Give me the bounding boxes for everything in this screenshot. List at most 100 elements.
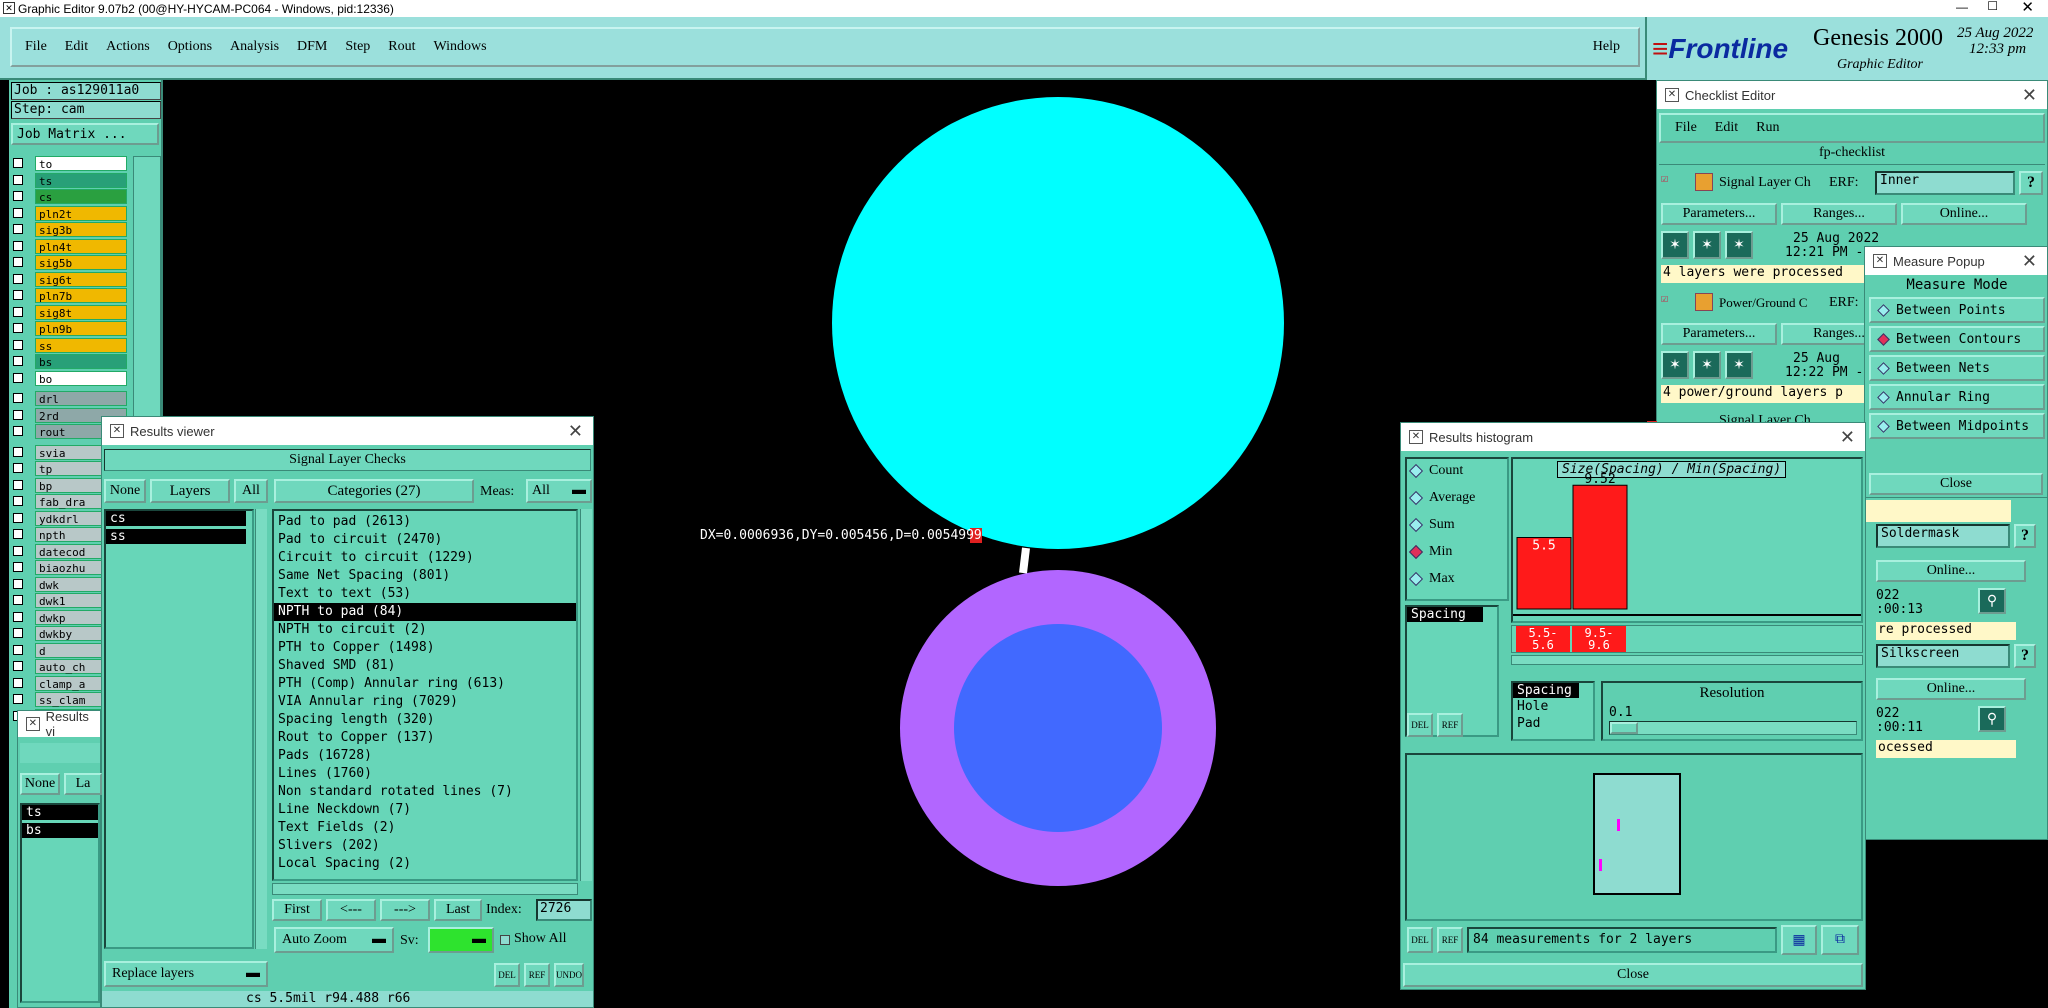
layer-label[interactable]: bs (35, 354, 127, 369)
layer-checkbox[interactable] (13, 158, 23, 168)
layer-row[interactable]: pln7b (9, 288, 129, 303)
layer-label[interactable]: pln2t (35, 205, 127, 221)
menu-rout[interactable]: Rout (388, 39, 415, 55)
layer-checkbox[interactable] (13, 529, 23, 539)
measure-option[interactable]: Between Nets (1869, 355, 2045, 381)
layer-row[interactable]: bo (9, 370, 129, 386)
category-item[interactable]: Circuit to circuit (1229) (274, 549, 576, 567)
layer-row[interactable]: cs (9, 189, 129, 204)
layer-checkbox[interactable] (13, 426, 23, 436)
layer-checkbox[interactable] (13, 628, 23, 638)
close-icon[interactable]: ✕ (1840, 427, 1855, 448)
layer-checkbox[interactable] (13, 661, 23, 671)
check-icon[interactable]: ☑ (1661, 171, 1668, 185)
list-item[interactable]: ss (106, 529, 246, 544)
maximize-button[interactable]: ☐ (1987, 0, 1998, 13)
list-item[interactable]: Hole (1513, 698, 1593, 715)
layer-label[interactable]: pln7b (35, 288, 127, 303)
layer-label[interactable]: sig6t (35, 271, 127, 287)
layer-label[interactable]: to (35, 156, 127, 171)
category-item[interactable]: Pads (16728) (274, 747, 576, 765)
layer-row[interactable]: ts (9, 172, 129, 188)
layer-label[interactable]: ss (35, 337, 127, 353)
category-item[interactable]: VIA Annular ring (7029) (274, 693, 576, 711)
close-button[interactable]: ✕ (2021, 0, 2034, 16)
layer-checkbox[interactable] (13, 323, 23, 333)
layer-checkbox[interactable] (13, 479, 23, 490)
meas-dropdown[interactable]: All ▬ (526, 479, 592, 503)
layer-checkbox[interactable] (13, 562, 23, 572)
measure-close-button[interactable]: Close (1869, 473, 2043, 495)
layer-row[interactable]: ss (9, 337, 129, 353)
measure-option[interactable]: Between Contours (1869, 326, 2045, 352)
run-icon[interactable]: ✶ (1693, 351, 1721, 379)
layer-checkbox[interactable] (13, 290, 23, 300)
category-item[interactable]: Same Net Spacing (801) (274, 567, 576, 585)
layer-label[interactable]: bo (35, 370, 127, 386)
help-icon[interactable]: ? (2019, 171, 2043, 195)
layer-checkbox[interactable] (13, 512, 23, 523)
layer-checkbox[interactable] (13, 595, 23, 605)
r2-list[interactable]: ts bs (20, 803, 100, 1003)
layer-checkbox[interactable] (13, 240, 23, 251)
layer-checkbox[interactable] (13, 393, 23, 403)
run-icon[interactable]: ✶ (1725, 351, 1753, 379)
layer-checkbox[interactable] (13, 611, 23, 622)
category-scrollbar-v[interactable] (580, 509, 592, 881)
list-item[interactable]: Spacing (1513, 683, 1579, 698)
list-item[interactable]: bs (22, 823, 98, 838)
undo-icon[interactable]: UNDO (554, 963, 584, 987)
mode-radio[interactable]: Count (1408, 463, 1463, 479)
category-item[interactable]: Non standard rotated lines (7) (274, 783, 576, 801)
category-scrollbar-h[interactable] (272, 883, 578, 895)
layer-checkbox[interactable] (13, 446, 23, 457)
layer-scrollbar-v[interactable] (255, 509, 267, 949)
layer-row[interactable]: sig3b (9, 222, 129, 237)
mode-radio[interactable]: Sum (1408, 517, 1455, 533)
parameters-button-1[interactable]: Parameters... (1661, 203, 1777, 225)
category-item[interactable]: Slivers (202) (274, 837, 576, 855)
category-item[interactable]: Rout to Copper (137) (274, 729, 576, 747)
layer-label[interactable]: ts (35, 172, 127, 188)
erf-input-1[interactable]: Inner (1875, 171, 2015, 195)
menu-step[interactable]: Step (345, 39, 370, 55)
layer-label[interactable]: pln4t (35, 238, 127, 254)
category-item[interactable]: Lines (1760) (274, 765, 576, 783)
layer-checkbox[interactable] (13, 356, 23, 366)
run-icon[interactable]: ✶ (1725, 231, 1753, 259)
layer-label[interactable]: sig5b (35, 255, 127, 270)
r2-none-button[interactable]: None (20, 773, 60, 795)
checklist-menu-run[interactable]: Run (1756, 120, 1779, 136)
del-icon[interactable]: DEL (494, 963, 520, 987)
minimize-button[interactable]: — (1956, 0, 1968, 14)
layer-checkbox[interactable] (13, 257, 23, 267)
menu-analysis[interactable]: Analysis (230, 39, 279, 55)
histogram-scrollbar-h[interactable] (1511, 655, 1863, 665)
menu-dfm[interactable]: DFM (297, 39, 327, 55)
category-item[interactable]: NPTH to pad (84) (274, 603, 576, 621)
category-item[interactable]: NPTH to circuit (2) (274, 621, 576, 639)
menu-help[interactable]: Help (1593, 39, 1620, 55)
mode-radio[interactable]: Min (1408, 544, 1452, 560)
zoom-dropdown[interactable]: Auto Zoom ▬ (274, 927, 394, 953)
categories-button[interactable]: Categories (27) (274, 479, 474, 503)
zoom-icon[interactable]: ⚲ (1978, 588, 2006, 614)
show-all-checkbox[interactable] (500, 935, 510, 945)
checklist-menu-file[interactable]: File (1675, 120, 1697, 136)
layer-checkbox[interactable] (13, 174, 23, 185)
replace-layers-dropdown[interactable]: Replace layers ▬ (104, 961, 268, 987)
list-item[interactable]: cs (106, 511, 246, 526)
prev-button[interactable]: <--- (326, 899, 376, 921)
checklist-menu-edit[interactable]: Edit (1715, 120, 1738, 136)
last-button[interactable]: Last (434, 899, 482, 921)
layer-checkbox[interactable] (13, 496, 23, 506)
close-icon[interactable]: ✕ (2022, 85, 2037, 106)
parameters-button-2[interactable]: Parameters... (1661, 323, 1777, 345)
erf-input-3[interactable]: Silkscreen (1876, 644, 2010, 668)
layer-checkbox[interactable] (13, 372, 23, 383)
category-item[interactable]: Pad to pad (2613) (274, 513, 576, 531)
mode-radio[interactable]: Max (1408, 571, 1455, 587)
layer-label[interactable]: pln9b (35, 321, 127, 336)
category-item[interactable]: Text to text (53) (274, 585, 576, 603)
layer-checkbox[interactable] (13, 463, 23, 473)
